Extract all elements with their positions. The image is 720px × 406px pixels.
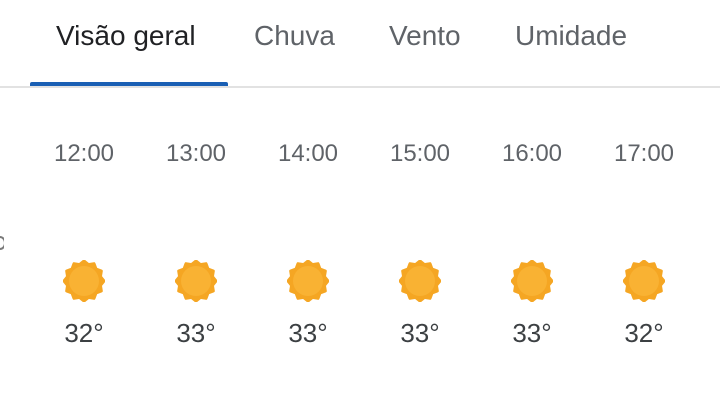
tab-overview[interactable]: Visão geral xyxy=(56,20,196,88)
active-tab-indicator xyxy=(30,82,228,86)
hour-time: 16:00 xyxy=(501,140,563,167)
hourly-forecast-list[interactable]: 12:00 32° 13:00 33° 14:00 33° 15:00 33° … xyxy=(0,90,720,406)
sun-icon xyxy=(287,260,329,302)
weather-hourly-panel: Visão geral Chuva Vento Umidade 12:00 32… xyxy=(0,0,720,406)
hour-time: 17:00 xyxy=(613,140,675,167)
hour-temperature: 33° xyxy=(176,318,216,348)
hour-item: 16:00 33° xyxy=(476,90,588,406)
hour-temperature: 33° xyxy=(400,318,440,348)
sun-icon xyxy=(623,260,665,302)
sun-icon xyxy=(175,260,217,302)
hour-temperature: 33° xyxy=(512,318,552,348)
hour-temperature: 32° xyxy=(624,318,664,348)
hour-item: 13:00 33° xyxy=(140,90,252,406)
tab-rain[interactable]: Chuva xyxy=(254,20,335,88)
tab-bar: Visão geral Chuva Vento Umidade xyxy=(0,0,720,88)
hour-temperature: 33° xyxy=(288,318,328,348)
hour-time: 14:00 xyxy=(277,140,339,167)
sun-icon xyxy=(511,260,553,302)
hour-item: 15:00 33° xyxy=(364,90,476,406)
hour-time: 15:00 xyxy=(389,140,451,167)
hour-item: 14:00 33° xyxy=(252,90,364,406)
hour-item: 17:00 32° xyxy=(588,90,700,406)
hour-time: 12:00 xyxy=(53,140,115,167)
tab-wind[interactable]: Vento xyxy=(389,20,461,88)
sun-icon xyxy=(399,260,441,302)
hour-temperature: 32° xyxy=(64,318,104,348)
hour-time: 13:00 xyxy=(165,140,227,167)
scrolled-off-item xyxy=(0,230,4,256)
sun-icon xyxy=(63,260,105,302)
hour-item: 12:00 32° xyxy=(28,90,140,406)
tab-humidity[interactable]: Umidade xyxy=(515,20,627,88)
